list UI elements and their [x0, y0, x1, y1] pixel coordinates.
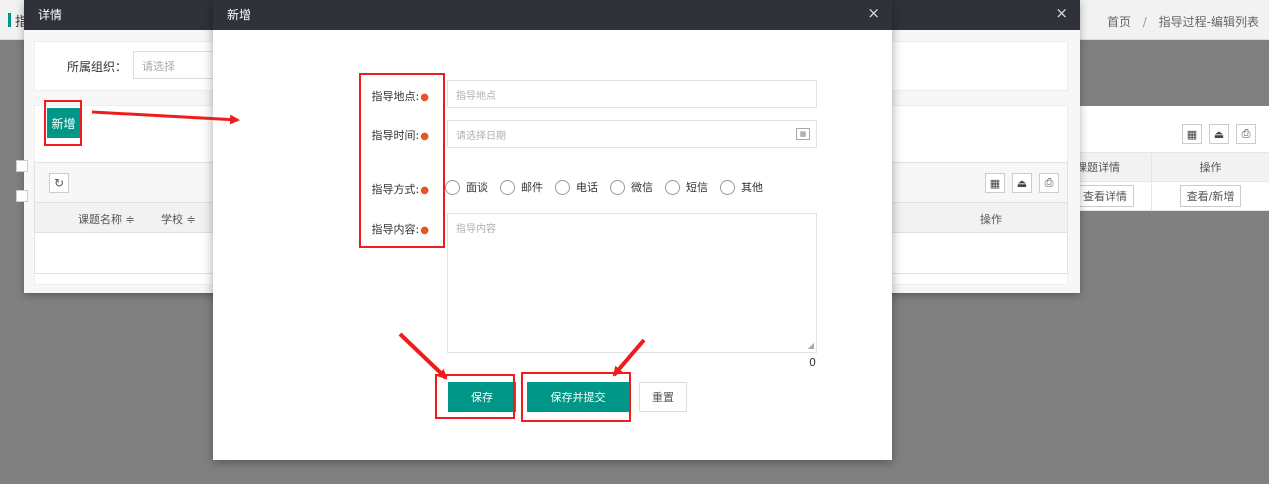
arrow-to-save: [398, 332, 448, 380]
arrow-to-save-submit: [612, 338, 646, 377]
annotation-arrows: [91, 110, 646, 380]
arrow-to-new-form: [91, 110, 240, 125]
